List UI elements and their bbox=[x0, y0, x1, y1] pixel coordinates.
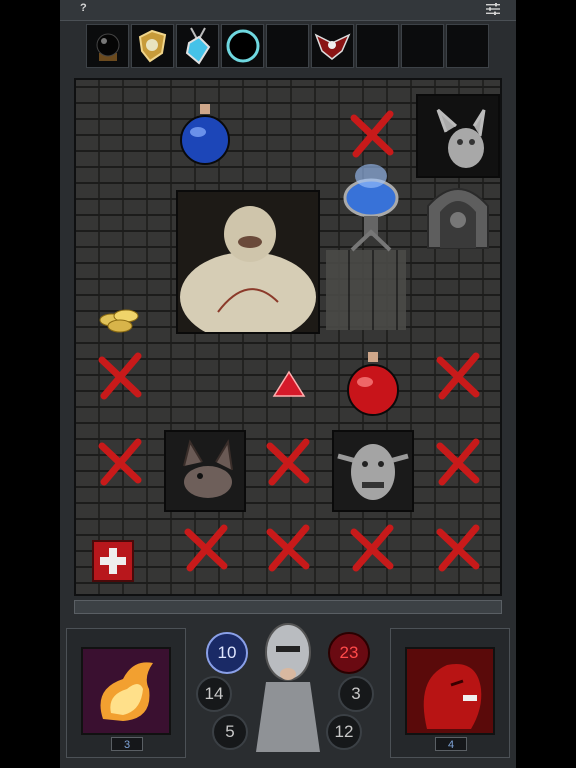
bat-monster-card[interactable] bbox=[164, 430, 246, 512]
black-orb-icon bbox=[96, 33, 120, 61]
help-button[interactable]: ? bbox=[80, 2, 87, 14]
rage-skill-button[interactable] bbox=[405, 647, 495, 735]
red-gem-icon[interactable] bbox=[272, 370, 306, 400]
red-cross-icon bbox=[100, 548, 126, 574]
goblin-portrait bbox=[337, 444, 409, 500]
cleared-x-icon bbox=[350, 524, 394, 572]
cleared-x-icon bbox=[266, 524, 310, 572]
goblin-monster-card[interactable] bbox=[332, 430, 414, 512]
fat-ogre-portrait bbox=[180, 206, 316, 342]
top-bar: ? bbox=[60, 0, 516, 21]
gold-amulet-icon bbox=[138, 29, 167, 63]
inventory-slot-empty[interactable] bbox=[356, 24, 399, 68]
gargoyle-monster-card[interactable] bbox=[416, 94, 500, 178]
settings-sliders-icon[interactable] bbox=[486, 3, 500, 15]
rage-face-icon bbox=[423, 664, 482, 729]
dungeon-board bbox=[74, 78, 502, 596]
stone-gate-icon[interactable] bbox=[422, 176, 494, 252]
gold-coins-icon[interactable] bbox=[92, 298, 148, 334]
dark-ring-icon bbox=[226, 29, 260, 63]
health-potion-icon[interactable] bbox=[342, 350, 404, 418]
health-stat: 23 bbox=[328, 632, 370, 674]
fat-ogre-monster-card[interactable] bbox=[176, 190, 320, 342]
defense-stat: 3 bbox=[338, 676, 374, 712]
gold-stat: 5 bbox=[212, 714, 248, 750]
rage-count: 4 bbox=[435, 737, 467, 751]
bat-portrait bbox=[183, 439, 233, 498]
fireball-skill-button[interactable] bbox=[81, 647, 171, 735]
inventory-slot-empty[interactable] bbox=[266, 24, 309, 68]
cleared-x-icon bbox=[436, 524, 480, 572]
mana-potion-icon[interactable] bbox=[176, 102, 236, 166]
inventory-slot-gold-amulet[interactable] bbox=[131, 24, 174, 68]
gargoyle-portrait bbox=[436, 108, 486, 168]
red-cross-card[interactable] bbox=[92, 540, 134, 582]
armor-stat: 12 bbox=[326, 714, 362, 750]
attack-stat: 14 bbox=[196, 676, 232, 712]
stone-block bbox=[326, 250, 406, 330]
cleared-x-icon bbox=[436, 352, 480, 400]
cleared-x-icon bbox=[436, 438, 480, 486]
cleared-x-icon bbox=[98, 438, 142, 486]
fireball-count: 3 bbox=[111, 737, 143, 751]
cleared-x-icon bbox=[266, 438, 310, 486]
cleared-x-icon bbox=[184, 524, 228, 572]
scrying-bowl-icon[interactable] bbox=[338, 158, 404, 258]
winged-crest-icon bbox=[314, 33, 351, 60]
inventory-slot-winged-crest[interactable] bbox=[311, 24, 354, 68]
fireball-icon bbox=[100, 662, 153, 721]
cleared-x-icon bbox=[350, 110, 394, 158]
inventory-slot-empty[interactable] bbox=[446, 24, 489, 68]
mana-stat: 10 bbox=[206, 632, 248, 674]
inventory-slot-black-orb[interactable] bbox=[86, 24, 129, 68]
hero-portrait[interactable] bbox=[236, 612, 340, 756]
inventory-slot-sapphire-amulet[interactable] bbox=[176, 24, 219, 68]
cleared-x-icon bbox=[98, 352, 142, 400]
right-skill-panel: 4 bbox=[390, 628, 510, 758]
inventory-slot-dark-ring[interactable] bbox=[221, 24, 264, 68]
inventory-slot-empty[interactable] bbox=[401, 24, 444, 68]
left-skill-panel: 3 bbox=[66, 628, 186, 758]
sapphire-amulet-icon bbox=[185, 27, 211, 65]
knight-hero-portrait bbox=[256, 623, 320, 752]
